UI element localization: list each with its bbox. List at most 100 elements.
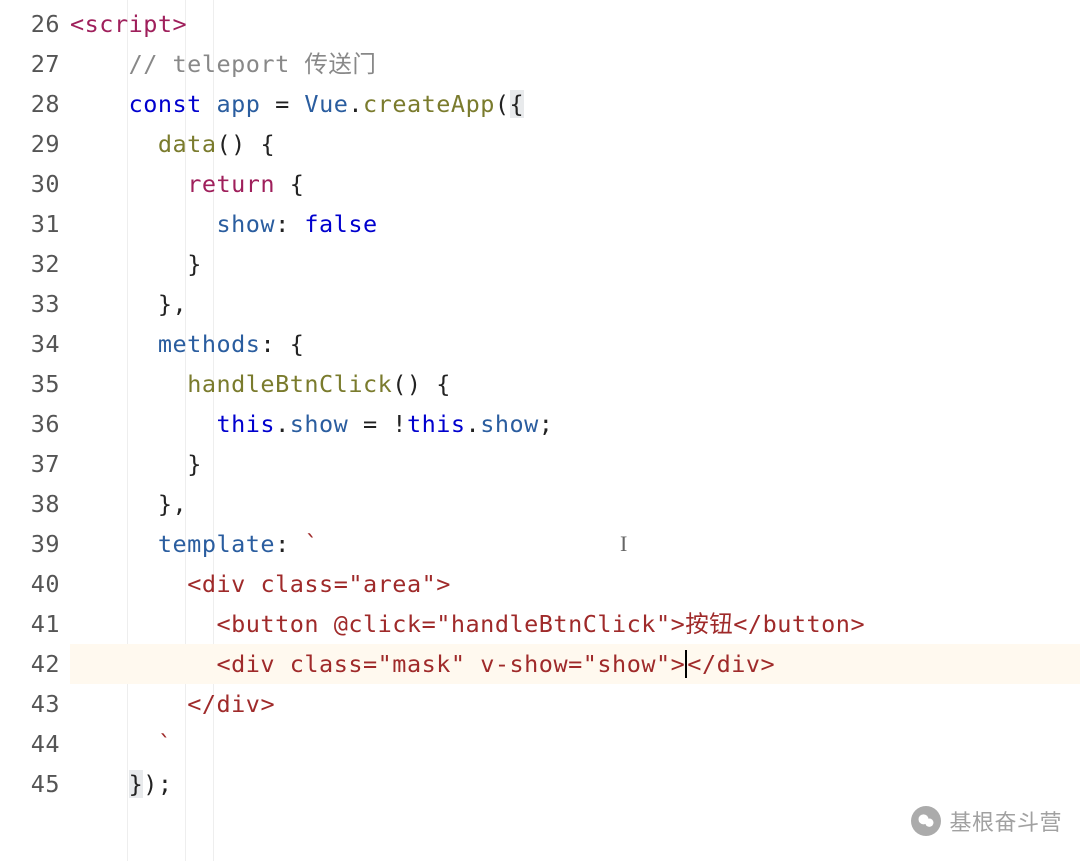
line-number: 26 [0,4,60,44]
backtick: ` [304,530,319,558]
brace-open-highlighted: { [510,90,525,118]
tag-bracket: > [260,690,275,718]
code-line[interactable]: ` [70,724,1080,764]
eq: = [334,570,349,598]
identifier-vue: Vue [304,90,348,118]
line-number: 37 [0,444,60,484]
space [246,570,261,598]
code-line[interactable]: // teleport 传送门 [70,44,1080,84]
line-number: 43 [0,684,60,724]
code-content[interactable]: <script> // teleport 传送门 const app = Vue… [70,0,1080,861]
tag-bracket: > [671,650,686,678]
parens: () [216,130,245,158]
attr-value: "area" [348,570,436,598]
dot: . [348,90,363,118]
property-methods: methods [158,330,261,358]
attr-click: @click [334,610,422,638]
attr-value: "mask" [378,650,466,678]
tag-button: button [763,610,851,638]
parens: () [392,370,421,398]
tag-bracket: > [671,610,686,638]
code-line[interactable]: data() { [70,124,1080,164]
comment-text: teleport 传送门 [158,50,376,78]
code-line[interactable]: this.show = !this.show; [70,404,1080,444]
tag-button: button [231,610,319,638]
code-line[interactable]: }, [70,284,1080,324]
brace: } [187,450,202,478]
semicolon: ; [539,410,554,438]
tag-bracket: </ [687,650,716,678]
operator-not: ! [392,410,407,438]
dot: . [275,410,290,438]
wechat-icon [911,806,941,836]
code-line[interactable]: show: false [70,204,1080,244]
tag-bracket: > [850,610,865,638]
eq: = [422,610,437,638]
code-line[interactable]: }, [70,484,1080,524]
watermark-text: 基根奋斗营 [949,805,1062,837]
keyword-this: this [216,410,275,438]
space [466,650,481,678]
tag-div: div [231,650,275,678]
colon: : [275,210,290,238]
code-line[interactable]: } [70,244,1080,284]
colon: : [260,330,275,358]
brace: } [187,250,202,278]
code-line[interactable]: <script> [70,4,1080,44]
dot: . [466,410,481,438]
line-number: 41 [0,604,60,644]
line-number: 39 [0,524,60,564]
attr-value: "handleBtnClick" [436,610,670,638]
keyword-return: return [187,170,275,198]
paren-open: ( [495,90,510,118]
code-editor[interactable]: 2627282930313233343536373839404142434445… [0,0,1080,861]
code-line[interactable]: template: `I [70,524,1080,564]
backtick: ` [158,730,173,758]
line-number: 32 [0,244,60,284]
eq: = [363,650,378,678]
line-number: 27 [0,44,60,84]
tag-div: div [216,690,260,718]
code-line[interactable]: } [70,444,1080,484]
code-line-active[interactable]: <div class="mask" v-show="show"></div> [70,644,1080,684]
tag-bracket: > [173,10,188,38]
literal-false: false [304,210,377,238]
method-createapp: createApp [363,90,495,118]
tag-div: div [717,650,761,678]
operator-assign: = [363,410,378,438]
code-line[interactable]: return { [70,164,1080,204]
brace-comma: }, [158,490,187,518]
line-number: 28 [0,84,60,124]
line-number-gutter: 2627282930313233343536373839404142434445 [0,0,70,861]
brace-comma: }, [158,290,187,318]
line-number: 31 [0,204,60,244]
tag-bracket: < [216,610,231,638]
tag-bracket: </ [187,690,216,718]
brace-close-highlighted: } [129,770,144,798]
ibeam-cursor-icon: I [620,524,628,564]
identifier-app: app [217,90,261,118]
line-number: 30 [0,164,60,204]
code-line[interactable]: <div class="area"> [70,564,1080,604]
code-line[interactable]: <button @click="handleBtnClick">按钮</butt… [70,604,1080,644]
code-line[interactable]: handleBtnClick() { [70,364,1080,404]
tag-bracket: > [436,570,451,598]
comment-slashes: // [129,50,158,78]
space [319,610,334,638]
code-line[interactable]: }); [70,764,1080,804]
property-show: show [216,210,275,238]
method-handlebtnclick: handleBtnClick [187,370,392,398]
tag-bracket: < [216,650,231,678]
tag-name: script [85,10,173,38]
code-line[interactable]: methods: { [70,324,1080,364]
code-line[interactable]: </div> [70,684,1080,724]
property-show: show [480,410,539,438]
code-line[interactable]: const app = Vue.createApp({ [70,84,1080,124]
eq: = [568,650,583,678]
space [275,650,290,678]
tag-bracket: > [761,650,776,678]
keyword-const: const [129,90,202,118]
attr-class: class [290,650,363,678]
line-number: 44 [0,724,60,764]
property-show: show [290,410,349,438]
